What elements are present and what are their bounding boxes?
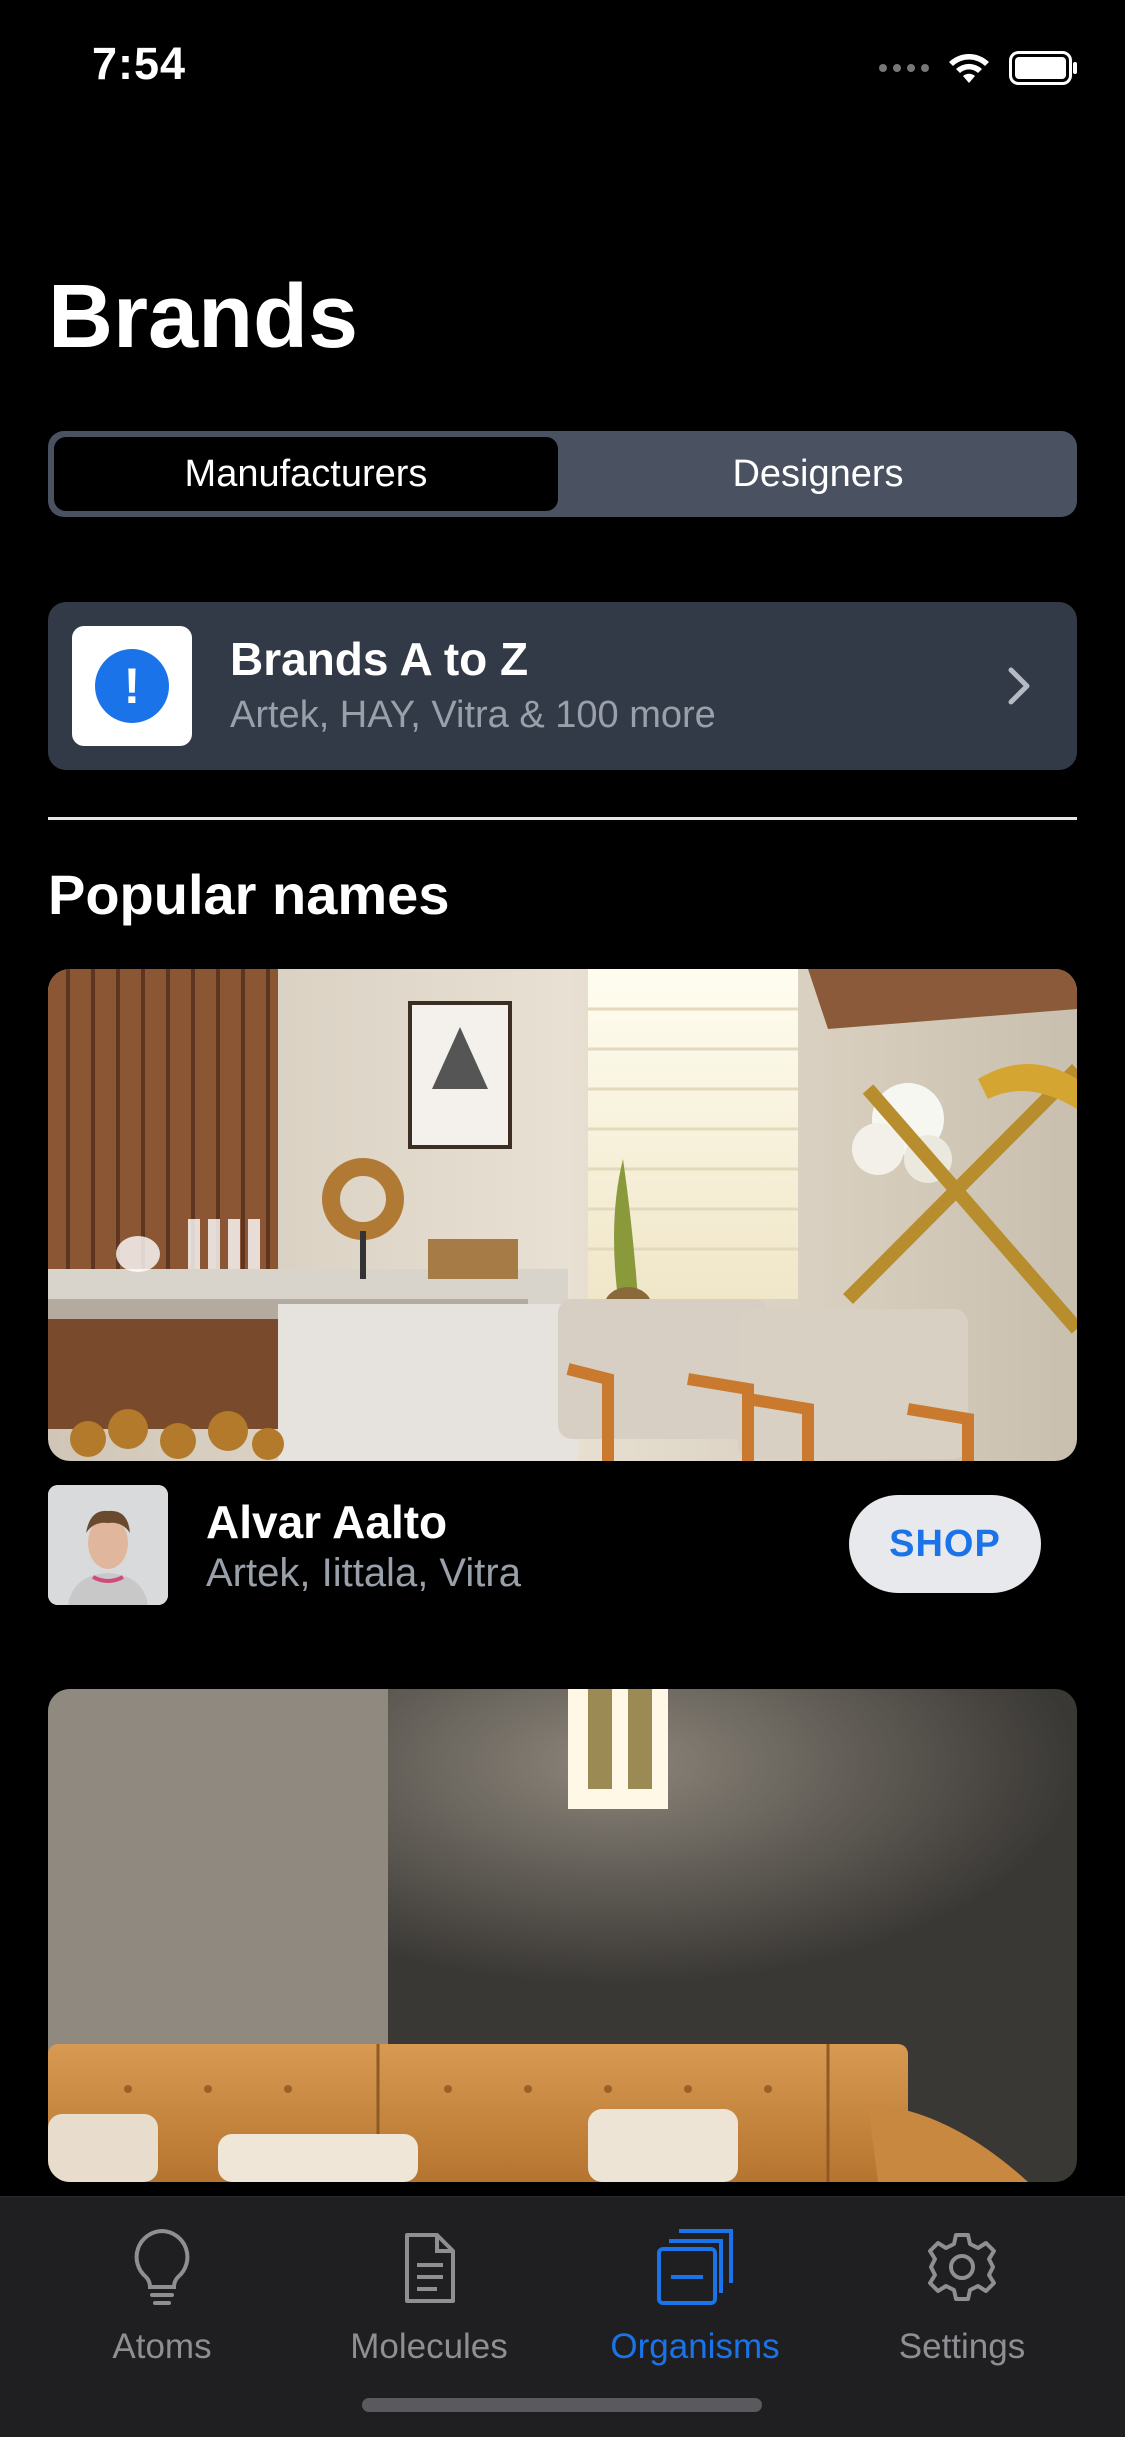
status-time: 7:54: [92, 38, 187, 89]
designer-row[interactable]: Alvar Aalto Artek, Iittala, Vitra SHOP: [48, 1485, 1077, 1605]
tab-organisms-label: Organisms: [610, 2327, 780, 2366]
designer-name: Alvar Aalto: [206, 1496, 448, 1548]
status-icons: [879, 48, 1079, 88]
tab-molecules[interactable]: Molecules: [309, 2227, 549, 2377]
stacked-windows-icon: [655, 2227, 735, 2307]
tab-organisms[interactable]: Organisms: [575, 2227, 815, 2377]
lightbulb-icon: [122, 2227, 202, 2307]
segment-manufacturers[interactable]: Manufacturers: [54, 437, 558, 511]
designer-avatar: [48, 1485, 168, 1605]
tab-settings[interactable]: Settings: [842, 2227, 1082, 2377]
section-title-popular: Popular names: [48, 863, 450, 926]
battery-icon: [1009, 51, 1077, 85]
page-title: Brands: [48, 267, 359, 367]
section-divider: [48, 817, 1077, 820]
shop-button[interactable]: SHOP: [849, 1495, 1041, 1593]
interior-photo-living-room[interactable]: [48, 969, 1077, 1461]
document-icon: [389, 2227, 469, 2307]
brands-a-to-z-title: Brands A to Z: [230, 633, 529, 685]
gear-icon: [922, 2227, 1002, 2307]
home-indicator[interactable]: [362, 2398, 762, 2412]
cellular-signal-icon: [879, 64, 929, 72]
designer-brands: Artek, Iittala, Vitra: [206, 1551, 521, 1595]
segmented-control: Manufacturers Designers: [48, 431, 1077, 517]
segment-designers[interactable]: Designers: [566, 437, 1070, 511]
chevron-right-icon: [1008, 667, 1030, 705]
interior-photo-lounge[interactable]: [48, 1689, 1077, 2182]
exclamation-icon: !: [95, 649, 169, 723]
status-bar: 7:54: [0, 0, 1125, 140]
tab-atoms[interactable]: Atoms: [42, 2227, 282, 2377]
brands-a-to-z-card[interactable]: ! Brands A to Z Artek, HAY, Vitra & 100 …: [48, 602, 1077, 770]
wifi-icon: [949, 54, 989, 83]
tab-settings-label: Settings: [898, 2327, 1026, 2366]
brands-a-to-z-subtitle: Artek, HAY, Vitra & 100 more: [230, 694, 716, 736]
tab-atoms-label: Atoms: [112, 2327, 212, 2366]
brand-alert-icon-box: !: [72, 626, 192, 746]
tab-molecules-label: Molecules: [350, 2327, 508, 2366]
